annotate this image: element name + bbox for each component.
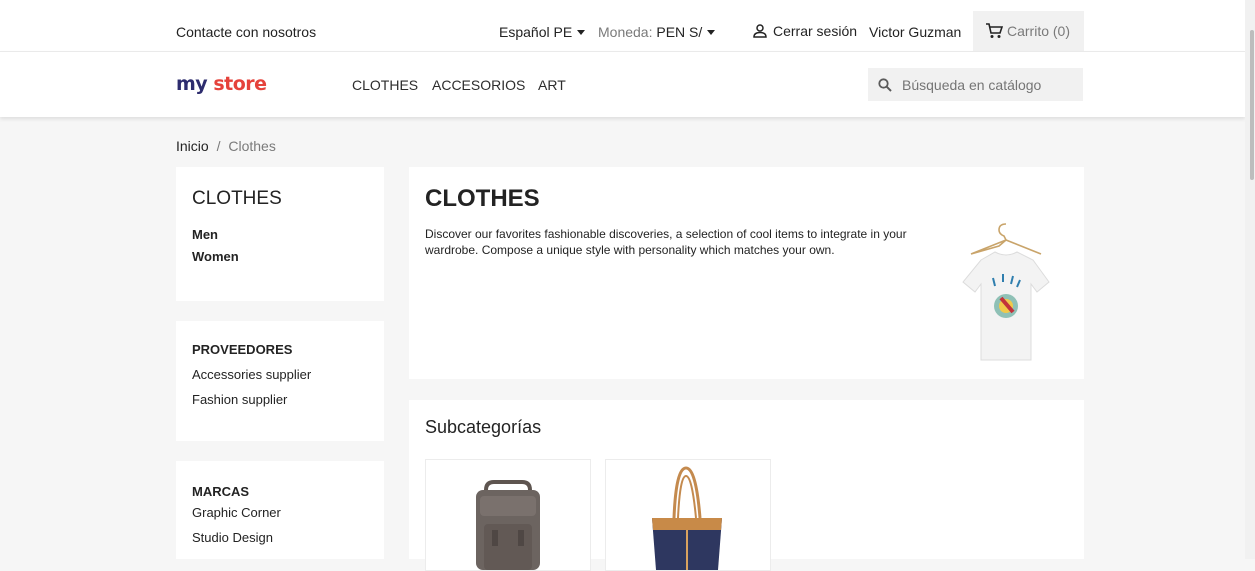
cart-label: Carrito (0) [1007, 23, 1071, 39]
subcategory-men-thumbnail[interactable] [425, 459, 591, 571]
breadcrumb: Inicio / Clothes [176, 138, 276, 154]
backpack-image [476, 480, 540, 570]
logo-text-my: my [176, 73, 214, 95]
sidebar-brands-block: MARCAS Graphic Corner Studio Design [176, 461, 384, 559]
search-input[interactable] [900, 75, 1074, 94]
contact-link[interactable]: Contacte con nosotros [176, 24, 316, 40]
cart-icon [986, 23, 1003, 38]
suppliers-title: PROVEEDORES [192, 342, 293, 357]
category-header-card: CLOTHES Discover our favorites fashionab… [409, 167, 1084, 379]
supplier-link[interactable]: Accessories supplier [192, 367, 311, 382]
sidebar-suppliers-block: PROVEEDORES Accessories supplier Fashion… [176, 321, 384, 441]
breadcrumb-current: Clothes [228, 138, 276, 154]
page-title: CLOTHES [425, 185, 540, 212]
subcategories-title: Subcategorías [425, 417, 542, 437]
nav-art[interactable]: ART [538, 77, 566, 93]
cart-button[interactable]: Carrito (0) [973, 11, 1084, 51]
nav-clothes[interactable]: CLOTHES [352, 77, 418, 93]
logout-link[interactable]: Cerrar sesión [752, 23, 857, 39]
language-label: Español PE [499, 24, 573, 40]
tote-bag-image [652, 466, 722, 570]
sidebar-item-men[interactable]: Men [192, 227, 218, 242]
currency-selector[interactable]: Moneda: PEN S/ [598, 24, 716, 40]
category-description: Discover our favorites fashionable disco… [425, 227, 907, 257]
user-icon [753, 24, 767, 38]
account-link[interactable]: Victor Guzman [869, 24, 961, 40]
tshirt-image [962, 223, 1050, 361]
brand-link[interactable]: Studio Design [192, 530, 273, 545]
scrollbar-thumb[interactable] [1250, 30, 1254, 180]
breadcrumb-separator: / [216, 138, 221, 154]
store-logo[interactable]: my store [176, 73, 267, 95]
logo-text-store: store [213, 73, 267, 95]
search-box[interactable] [868, 68, 1083, 101]
caret-down-icon [577, 30, 586, 35]
search-icon[interactable] [878, 77, 892, 92]
sidebar-category-title[interactable]: CLOTHES [192, 188, 282, 210]
sidebar-item-women[interactable]: Women [192, 249, 239, 264]
brands-title: MARCAS [192, 484, 250, 499]
breadcrumb-home[interactable]: Inicio [176, 138, 209, 154]
language-selector[interactable]: Español PE [499, 24, 586, 40]
supplier-link[interactable]: Fashion supplier [192, 392, 287, 407]
caret-down-icon [707, 30, 716, 35]
currency-label: Moneda: [598, 24, 653, 40]
currency-value: PEN S/ [656, 24, 703, 40]
brand-link[interactable]: Graphic Corner [192, 505, 281, 520]
sidebar-category-block: CLOTHES Men Women [176, 167, 384, 301]
nav-accesorios[interactable]: ACCESORIOS [432, 77, 525, 93]
subcategory-women-thumbnail[interactable] [605, 459, 771, 571]
logout-label: Cerrar sesión [773, 23, 858, 39]
